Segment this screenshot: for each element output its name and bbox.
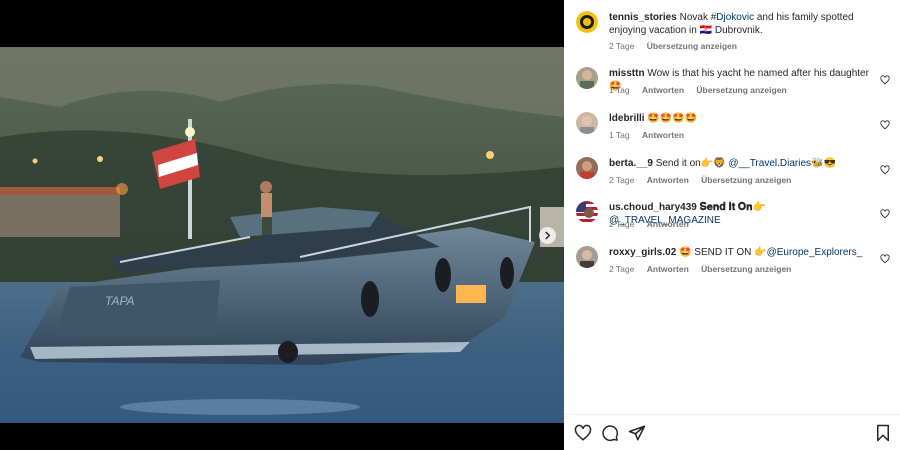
- caption-text: tennis_stories Novak #Djokovic and his f…: [609, 11, 879, 37]
- comment-body: 🤩 SEND IT ON 👉: [679, 247, 767, 258]
- chevron-right-icon: [545, 231, 551, 240]
- next-media-button[interactable]: [539, 227, 556, 244]
- comment-username[interactable]: us.choud_hary439: [609, 202, 697, 213]
- comment-body: Send it on👉🦁: [655, 158, 729, 169]
- comment-meta: 1 Tag Antworten: [609, 130, 694, 140]
- comment-suffix: 🐝😎: [811, 158, 836, 169]
- comment-username[interactable]: ldebrilli: [609, 113, 645, 124]
- comment-time: 2 Tage: [609, 264, 635, 274]
- mention-link[interactable]: @Europe_Explorers_: [767, 247, 863, 258]
- caption-prefix: Novak: [679, 12, 711, 23]
- caption-time: 2 Tage: [609, 41, 635, 51]
- boat-brand-text: TAPA: [105, 294, 135, 308]
- translate-link[interactable]: Übersetzung anzeigen: [696, 85, 786, 95]
- action-bar: [564, 414, 900, 450]
- yacht-photo: TAPA: [0, 47, 564, 423]
- reply-link[interactable]: Antworten: [647, 175, 689, 185]
- translate-link[interactable]: Übersetzung anzeigen: [701, 264, 791, 274]
- translate-link[interactable]: Übersetzung anzeigen: [701, 175, 791, 185]
- bookmark-icon[interactable]: [874, 424, 892, 442]
- heart-outline-icon[interactable]: [574, 424, 592, 442]
- reply-link[interactable]: Antworten: [642, 85, 684, 95]
- comment-time: 1 Tag: [609, 85, 630, 95]
- comment-username[interactable]: missttn: [609, 68, 645, 79]
- heart-icon[interactable]: [880, 75, 890, 85]
- heart-icon[interactable]: [880, 209, 890, 219]
- avatar[interactable]: [576, 67, 598, 89]
- comment-meta: 2 Tage Antworten: [609, 219, 699, 229]
- avatar[interactable]: [576, 157, 598, 179]
- translate-link[interactable]: Übersetzung anzeigen: [647, 41, 737, 51]
- comment-text: ldebrilli 🤩🤩🤩🤩: [609, 112, 879, 125]
- comment-meta: 2 Tage Antworten Übersetzung anzeigen: [609, 175, 801, 185]
- post-media: TAPA: [0, 0, 564, 450]
- comment-meta: 1 Tag Antworten Übersetzung anzeigen: [609, 85, 797, 95]
- reply-link[interactable]: Antworten: [647, 219, 689, 229]
- paper-plane-icon[interactable]: [628, 424, 646, 442]
- comment-body: 🤩🤩🤩🤩: [647, 113, 698, 124]
- comment-text: berta.__9 Send it on👉🦁 @__Travel.Diaries…: [609, 157, 879, 170]
- comment-meta: 2 Tage Antworten Übersetzung anzeigen: [609, 264, 801, 274]
- comment-time: 1 Tag: [609, 130, 630, 140]
- reply-link[interactable]: Antworten: [642, 130, 684, 140]
- mention-link[interactable]: @__Travel.Diaries: [728, 158, 811, 169]
- heart-icon[interactable]: [880, 165, 890, 175]
- avatar[interactable]: [576, 201, 598, 223]
- comment-list: tennis_stories Novak #Djokovic and his f…: [564, 0, 900, 414]
- comment-time: 2 Tage: [609, 219, 635, 229]
- hashtag-link[interactable]: #Djokovic: [711, 12, 754, 23]
- avatar[interactable]: [576, 246, 598, 268]
- comment-text: roxxy_girls.02 🤩 SEND IT ON 👉@Europe_Exp…: [609, 246, 879, 259]
- heart-icon[interactable]: [880, 120, 890, 130]
- author-username[interactable]: tennis_stories: [609, 12, 677, 23]
- heart-icon[interactable]: [880, 254, 890, 264]
- speech-bubble-icon[interactable]: [601, 424, 619, 442]
- reply-link[interactable]: Antworten: [647, 264, 689, 274]
- author-avatar[interactable]: [576, 11, 598, 33]
- comments-panel: tennis_stories Novak #Djokovic and his f…: [564, 0, 900, 450]
- caption-meta: 2 Tage Übersetzung anzeigen: [609, 41, 747, 51]
- comment-username[interactable]: berta.__9: [609, 158, 653, 169]
- comment-time: 2 Tage: [609, 175, 635, 185]
- avatar[interactable]: [576, 112, 598, 134]
- comment-username[interactable]: roxxy_girls.02: [609, 247, 676, 258]
- comment-body: 𝐒𝐞𝐧𝐝 𝐈𝐭 𝐎𝐧👉: [699, 202, 766, 213]
